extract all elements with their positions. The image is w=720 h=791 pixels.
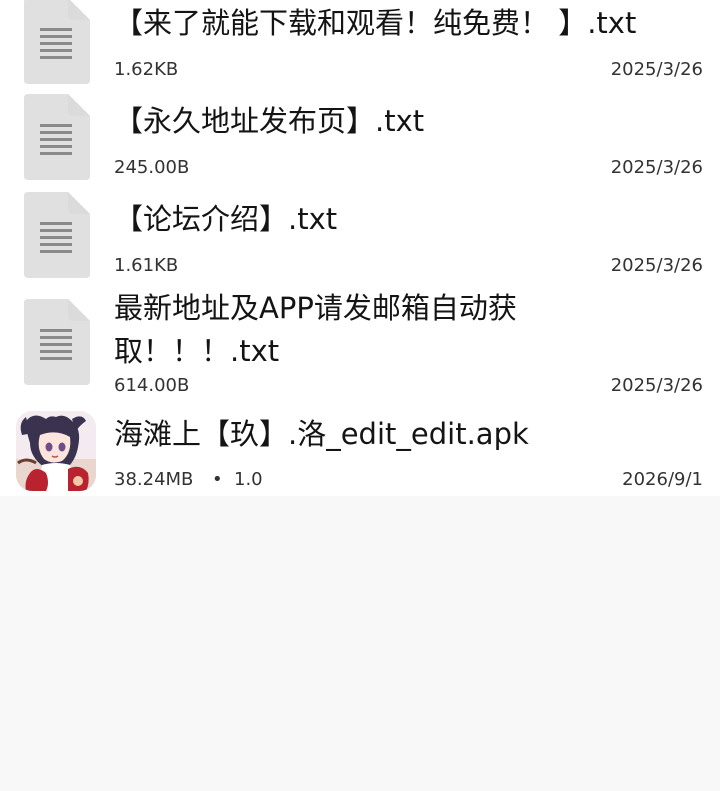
- text-file-icon: [24, 94, 90, 180]
- file-list-item[interactable]: 最新地址及APP请发邮箱自动获取！！！.txt 614.00B 2025/3/2…: [0, 290, 720, 402]
- text-file-icon: [24, 0, 90, 84]
- app-icon: [16, 411, 96, 491]
- file-size: 38.24MB: [114, 469, 194, 490]
- file-list-item[interactable]: 海滩上【玖】.洛_edit_edit.apk 38.24MB • 1.0 202…: [0, 402, 720, 496]
- file-name: 【永久地址发布页】.txt: [114, 104, 425, 138]
- file-list: 【来了就能下载和观看！纯免费！ 】.txt 1.62KB 2025/3/26 【…: [0, 0, 720, 496]
- file-name: 【来了就能下载和观看！纯免费！ 】.txt: [114, 6, 637, 40]
- file-list-item[interactable]: 【论坛介绍】.txt 1.61KB 2025/3/26: [0, 190, 720, 290]
- text-file-icon: [24, 192, 90, 278]
- app-version: 1.0: [234, 469, 263, 490]
- file-date: 2025/3/26: [610, 59, 703, 80]
- file-name: 海滩上【玖】.洛_edit_edit.apk: [114, 417, 529, 451]
- file-size: 1.61KB: [114, 255, 179, 276]
- file-date: 2026/9/1: [622, 469, 703, 490]
- file-list-item[interactable]: 【永久地址发布页】.txt 245.00B 2025/3/26: [0, 92, 720, 190]
- file-size: 614.00B: [114, 375, 190, 396]
- file-size: 1.62KB: [114, 59, 179, 80]
- file-date: 2025/3/26: [610, 375, 703, 396]
- file-date: 2025/3/26: [610, 255, 703, 276]
- file-name: 最新地址及APP请发邮箱自动获取！！！.txt: [114, 291, 517, 368]
- file-size: 245.00B: [114, 157, 190, 178]
- file-list-item[interactable]: 【来了就能下载和观看！纯免费！ 】.txt 1.62KB 2025/3/26: [0, 0, 720, 92]
- file-name: 【论坛介绍】.txt: [114, 202, 338, 236]
- text-file-icon: [24, 299, 90, 385]
- meta-separator: •: [212, 469, 223, 490]
- file-date: 2025/3/26: [610, 157, 703, 178]
